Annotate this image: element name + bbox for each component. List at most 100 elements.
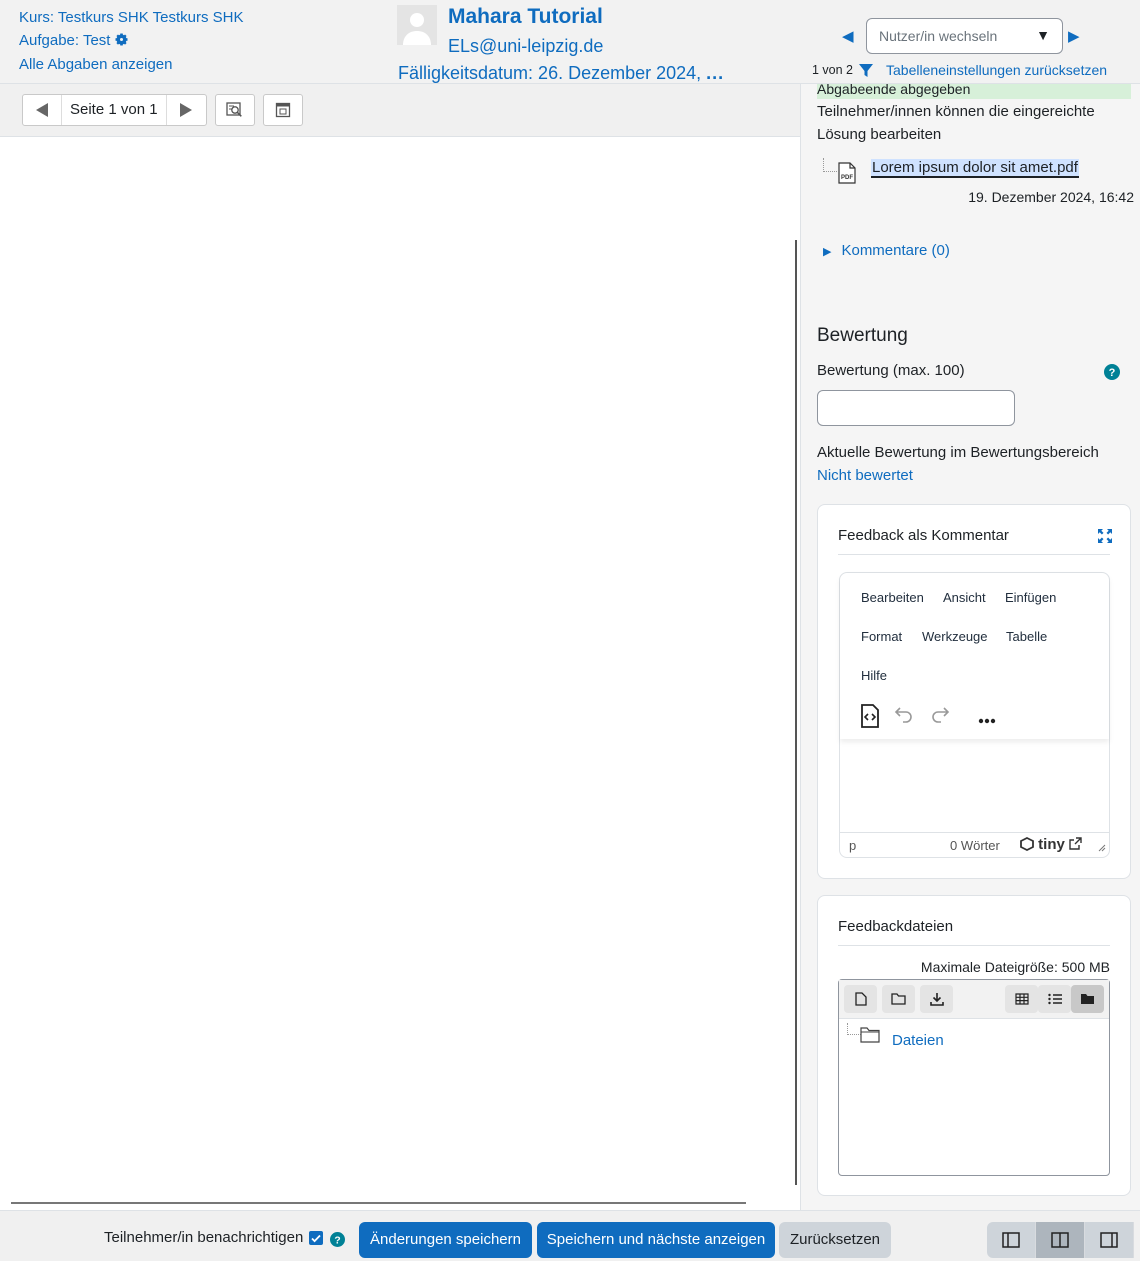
user-count: 1 von 2 [812,63,854,77]
folder-icon[interactable] [860,1027,880,1048]
filter-icon[interactable] [859,64,873,83]
menu-insert[interactable]: Einfügen [1005,590,1056,605]
search-comments-icon [216,95,254,125]
grade-input[interactable] [817,390,1015,426]
previous-user-arrow-icon[interactable]: ◀ [842,27,854,45]
avatar[interactable] [397,5,437,45]
document-viewer[interactable] [0,137,800,1210]
panel-split-icon [1051,1232,1069,1248]
notify-student-label[interactable]: Teilnehmer/in benachrichtigen [104,1229,303,1246]
vertical-scrollbar[interactable] [795,240,797,1185]
view-all-submissions-link[interactable]: Alle Abgaben anzeigen [19,56,172,73]
download-icon [929,993,944,1006]
view-tree-button[interactable] [1071,985,1104,1013]
due-date: Fälligkeitsdatum: 26. Dezember 2024, ... [398,63,724,84]
comments-toggle[interactable]: ▶ Kommentare (0) [823,242,950,259]
expand-view-button[interactable] [263,94,303,126]
window-icon [264,95,302,125]
menu-help[interactable]: Hilfe [861,668,887,683]
layout-collapse-grade-button[interactable] [1085,1222,1134,1258]
file-manager[interactable]: Dateien [838,979,1110,1176]
grader-footer: Teilnehmer/in benachrichtigen ? Änderung… [0,1210,1140,1261]
grading-panel: Abgabeende abgegeben Teilnehmer/innen kö… [800,84,1140,1210]
caret-down-icon: ▼ [1036,27,1050,43]
save-and-next-button[interactable]: Speichern und nächste anzeigen [537,1222,775,1258]
word-count[interactable]: 0 Wörter [950,838,1000,853]
feedback-files-title: Feedbackdateien [838,918,954,935]
svg-text:?: ? [334,1235,340,1246]
grade-label: Bewertung (max. 100) [817,362,965,379]
layout-collapse-review-button[interactable] [987,1222,1036,1258]
feedback-comment-card: Feedback als Kommentar Bearbeiten Ansich… [817,504,1131,879]
comments-label: Kommentare (0) [841,242,950,259]
expand-icon[interactable] [1098,529,1112,548]
edit-note: Teilnehmer/innen können die eingereichte… [817,103,1095,143]
menu-table[interactable]: Tabelle [1006,629,1047,644]
svg-text:?: ? [1109,367,1116,379]
file-manager-toolbar [839,980,1109,1019]
divider [838,945,1110,946]
menu-view[interactable]: Ansicht [943,590,986,605]
redo-icon[interactable] [930,706,950,729]
element-path[interactable]: p [849,838,856,853]
create-folder-button[interactable] [882,985,915,1013]
submission-status: Abgabeende abgegeben [817,84,1131,99]
grid-icon [1014,993,1029,1005]
panel-right-icon [1100,1232,1118,1248]
source-code-icon[interactable] [860,704,880,733]
menu-edit[interactable]: Bearbeiten [861,590,924,605]
reset-button[interactable]: Zurücksetzen [779,1222,891,1258]
gear-icon[interactable] [114,32,129,55]
grade-heading: Bewertung [817,325,908,346]
download-button[interactable] [920,985,953,1013]
resize-handle-icon[interactable] [1097,840,1106,855]
course-link[interactable]: Kurs: Testkurs SHK Testkurs SHK [19,9,244,26]
editor-statusbar: p 0 Wörter tiny [840,832,1109,857]
tiny-brand-text: tiny [1038,836,1065,853]
current-grade-value[interactable]: Nicht bewertet [817,467,913,484]
arrow-left-icon [36,103,48,117]
tree-connector [847,1023,861,1035]
tiny-logo[interactable]: tiny [1020,836,1082,853]
assignment-link[interactable]: Aufgabe: Test [19,32,110,49]
folder-icon [891,993,906,1005]
user-switch-select[interactable]: Nutzer/in wechseln ▼ [866,18,1063,54]
horizontal-scrollbar[interactable] [11,1202,746,1204]
view-icons-button[interactable] [1005,985,1038,1013]
layout-default-button[interactable] [1036,1222,1085,1258]
files-folder-link[interactable]: Dateien [892,1032,944,1049]
rich-text-editor[interactable]: Bearbeiten Ansicht Einfügen Format Werkz… [839,572,1110,858]
next-page-button[interactable] [167,95,205,125]
editor-menubar: Bearbeiten Ansicht Einfügen Format Werkz… [840,573,1109,739]
submitted-file-link[interactable]: Lorem ipsum dolor sit amet.pdf [871,159,1079,178]
user-name[interactable]: Mahara Tutorial [448,5,603,29]
feedback-files-card: Feedbackdateien Maximale Dateigröße: 500… [817,895,1131,1196]
more-dots[interactable]: ... [706,63,724,83]
reset-table-settings-link[interactable]: Tabelleneinstellungen zurücksetzen [886,62,1107,78]
view-list-button[interactable] [1038,985,1071,1013]
external-link-icon [1069,837,1082,850]
menu-tools[interactable]: Werkzeuge [922,629,988,644]
caret-right-icon: ▶ [823,246,832,258]
previous-page-button[interactable] [23,95,61,125]
layout-switcher [987,1222,1140,1258]
menu-format[interactable]: Format [861,629,902,644]
add-file-button[interactable] [844,985,877,1013]
due-date-text: Fälligkeitsdatum: 26. Dezember 2024, [398,63,702,83]
more-icon[interactable] [978,711,996,729]
page-navigation: Seite 1 von 1 [22,94,207,126]
save-changes-button[interactable]: Änderungen speichern [359,1222,532,1258]
file-date: 19. Dezember 2024, 16:42 [968,189,1134,205]
help-icon[interactable]: ? [1104,364,1120,385]
search-comments-button[interactable] [215,94,255,126]
max-file-size: Maximale Dateigröße: 500 MB [920,959,1110,975]
notify-student-checkbox[interactable] [309,1231,323,1245]
help-icon[interactable]: ? [330,1232,345,1252]
next-user-arrow-icon[interactable]: ▶ [1068,27,1080,45]
panel-left-icon [1002,1232,1020,1248]
svg-text:PDF: PDF [841,175,853,181]
page-indicator[interactable]: Seite 1 von 1 [61,95,167,125]
check-icon [311,1234,321,1243]
user-email: ELs@uni-leipzig.de [448,36,604,56]
undo-icon[interactable] [894,706,914,729]
